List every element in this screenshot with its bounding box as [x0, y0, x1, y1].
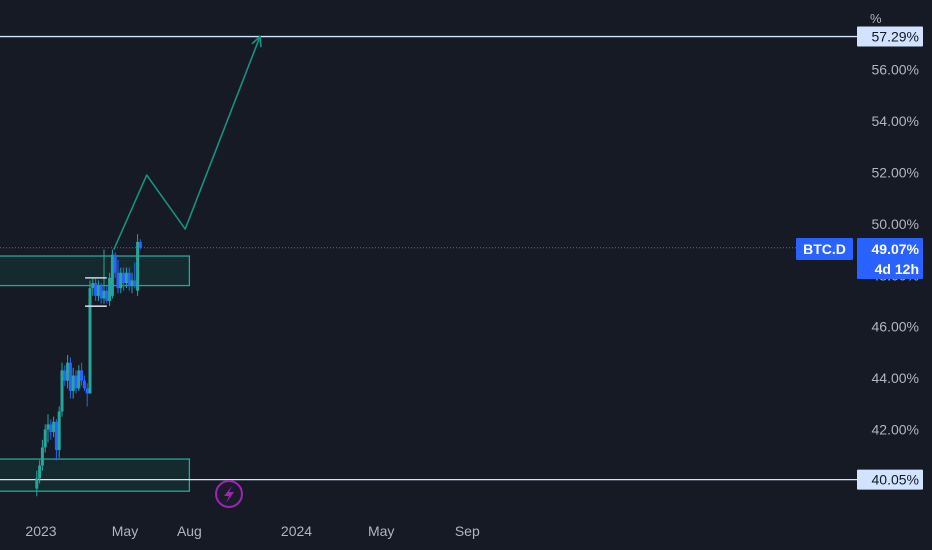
candle-body: [122, 272, 126, 284]
candle-body: [71, 375, 75, 391]
candle[interactable]: [43, 424, 47, 453]
candle-body: [85, 388, 89, 394]
candle[interactable]: [54, 419, 58, 461]
horizontal-line-label-text: 40.05%: [872, 472, 919, 488]
candle-body: [49, 424, 53, 433]
candle-body: [52, 421, 56, 433]
y-tick-label: 42.00%: [872, 422, 919, 438]
candle-body: [66, 362, 70, 381]
candle-body: [105, 290, 109, 301]
candle-body: [108, 277, 112, 301]
x-tick-label: 2024: [281, 523, 312, 539]
candle[interactable]: [71, 367, 75, 399]
zone-rect[interactable]: [0, 458, 191, 492]
horizontal-line-label-text: 57.29%: [872, 29, 919, 45]
candle[interactable]: [88, 280, 92, 394]
candle[interactable]: [66, 354, 70, 389]
candle-body: [119, 272, 123, 289]
candle-body: [124, 272, 128, 284]
candle-body: [96, 285, 100, 296]
candle-body: [80, 370, 84, 381]
candle-body: [99, 285, 103, 299]
price-badge[interactable]: 49.07% 4d 12h: [857, 238, 923, 279]
candle-body: [102, 290, 106, 299]
candle-body: [91, 283, 95, 289]
candle[interactable]: [99, 283, 103, 304]
candle[interactable]: [105, 285, 109, 304]
candle-body: [136, 241, 140, 291]
candle[interactable]: [85, 383, 89, 407]
candle-body: [43, 429, 47, 448]
y-tick-label: 56.00%: [872, 62, 919, 78]
candle-body: [57, 411, 61, 451]
candle-body: [130, 280, 134, 286]
candle[interactable]: [46, 414, 50, 443]
chart[interactable]: % 42.00%44.00%46.00%48.00%50.00%52.00%54…: [0, 0, 932, 550]
x-tick-label: Sep: [455, 523, 480, 539]
x-tick-label: Aug: [177, 523, 202, 539]
candle[interactable]: [57, 406, 61, 458]
candle-body: [35, 478, 39, 489]
candle-body: [77, 370, 81, 389]
y-tick-label: 52.00%: [872, 165, 919, 181]
candle-body: [133, 280, 137, 286]
symbol-badge[interactable]: BTC.D: [796, 238, 853, 260]
candle-body: [38, 465, 42, 479]
candle[interactable]: [82, 375, 86, 391]
candle-body: [127, 272, 131, 286]
lightning-icon[interactable]: [215, 480, 243, 508]
candle-body: [60, 370, 64, 412]
horizontal-line-label[interactable]: 40.05%: [857, 469, 923, 490]
candle-body: [74, 375, 78, 389]
candle-body: [40, 447, 44, 466]
chart-canvas[interactable]: % 42.00%44.00%46.00%48.00%50.00%52.00%54…: [0, 0, 932, 550]
candle[interactable]: [77, 365, 81, 391]
zone-rect[interactable]: [0, 255, 191, 287]
candle-body: [116, 272, 120, 289]
candle[interactable]: [110, 249, 114, 299]
y-tick-label: 50.00%: [872, 216, 919, 232]
candle[interactable]: [74, 370, 78, 394]
countdown-label: 4d 12h: [875, 261, 919, 277]
x-tick-label: May: [368, 523, 394, 539]
candle-body: [68, 362, 72, 391]
candle-body: [138, 241, 142, 248]
candle[interactable]: [60, 362, 64, 417]
y-tick-label: 54.00%: [872, 113, 919, 129]
candle-body: [46, 424, 50, 430]
current-value-label: 49.07%: [872, 241, 920, 257]
horizontal-line-label[interactable]: 57.29%: [857, 26, 923, 47]
candle[interactable]: [49, 419, 53, 440]
candle-body: [82, 380, 86, 389]
candle-body: [63, 370, 67, 381]
candle-body: [94, 283, 98, 296]
x-tick-label: May: [112, 523, 138, 539]
candle[interactable]: [68, 357, 72, 399]
candle-body: [110, 254, 114, 296]
candle-body: [88, 288, 92, 394]
y-tick-label: 44.00%: [872, 370, 919, 386]
y-tick-label: 46.00%: [872, 319, 919, 335]
candle[interactable]: [52, 416, 56, 438]
candle[interactable]: [80, 362, 84, 386]
projection-path[interactable]: [113, 36, 261, 250]
candle-body: [54, 421, 58, 451]
x-tick-label: 2023: [25, 523, 56, 539]
candle[interactable]: [63, 365, 67, 386]
candle[interactable]: [136, 234, 140, 296]
candle-body: [113, 254, 117, 273]
y-axis-unit-label: %: [870, 11, 882, 26]
symbol-label: BTC.D: [803, 241, 846, 257]
